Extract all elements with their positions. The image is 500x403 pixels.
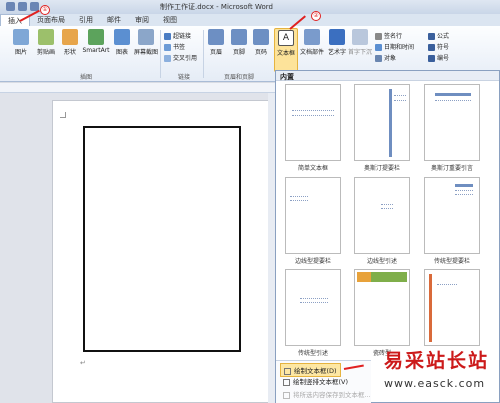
- clipart-icon: [38, 29, 54, 45]
- site-watermark: 易采站长站 www.easck.com: [384, 346, 500, 403]
- signature-line-button[interactable]: 签名行: [375, 31, 402, 40]
- undo-icon[interactable]: [18, 2, 27, 11]
- smartart-icon: [88, 29, 104, 45]
- object-icon: [375, 55, 382, 62]
- gallery-item-label: 简单文本框: [297, 165, 328, 172]
- gallery-item-label: 边线型引述: [366, 258, 397, 265]
- picture-icon: [13, 29, 29, 45]
- calendar-icon: [375, 44, 382, 51]
- bookmark-button[interactable]: 书签: [164, 42, 185, 51]
- screenshot-button[interactable]: 屏幕截图: [133, 29, 159, 56]
- gallery-item-austin-sidebar[interactable]: [354, 84, 410, 161]
- footer-button[interactable]: 页脚: [228, 29, 250, 56]
- watermark-chinese: 易采站长站: [384, 350, 490, 372]
- smartart-button[interactable]: SmartArt: [82, 29, 110, 54]
- watermark-url: www.easck.com: [384, 377, 486, 390]
- gallery-item-label: 奥斯汀提要栏: [363, 165, 400, 172]
- header-icon: [208, 29, 224, 45]
- annotation-number-one: ①: [40, 5, 50, 15]
- group-illustrations: 插图: [80, 74, 93, 81]
- cross-reference-icon: [164, 55, 171, 62]
- divider: [203, 30, 204, 78]
- save-selection-icon: [283, 391, 290, 399]
- tab-review[interactable]: 审阅: [128, 14, 156, 26]
- gallery-item-simple[interactable]: [285, 84, 341, 161]
- chart-icon: [114, 29, 130, 45]
- tab-view[interactable]: 视图: [156, 14, 184, 26]
- clipart-button[interactable]: 剪贴画: [35, 29, 57, 56]
- signature-icon: [375, 33, 382, 40]
- page-corner-mark: [60, 112, 66, 118]
- header-button[interactable]: 页眉: [205, 29, 227, 56]
- gallery-item-more[interactable]: [424, 269, 480, 346]
- gallery-item-label: 传统型提要栏: [433, 258, 470, 265]
- draw-vertical-textbox-menu-item[interactable]: 绘制竖排文本框(V): [280, 375, 351, 387]
- date-time-button[interactable]: 日期和时间: [375, 42, 414, 51]
- page-number-icon: [253, 29, 269, 45]
- group-header-footer: 页眉和页脚: [224, 74, 255, 81]
- gallery-item-tiles[interactable]: [354, 269, 410, 346]
- vertical-textbox-icon: [283, 378, 290, 386]
- gallery-item-classic-sidebar[interactable]: [424, 177, 480, 254]
- page-number-button[interactable]: 页码: [250, 29, 272, 56]
- textbox-icon: A: [278, 30, 294, 46]
- gallery-section-header: 内置: [276, 71, 499, 81]
- rectangle-shape[interactable]: [83, 126, 241, 352]
- tab-page-layout[interactable]: 页面布局: [30, 14, 72, 26]
- numbering-button[interactable]: 编号: [428, 53, 449, 62]
- group-links: 链接: [178, 74, 191, 81]
- omega-icon: [428, 44, 435, 51]
- shapes-icon: [62, 29, 78, 45]
- gallery-item-austin-quote[interactable]: [424, 84, 480, 161]
- gallery-item-edge-quote[interactable]: [354, 177, 410, 254]
- gallery-item-classic-quote[interactable]: [285, 269, 341, 346]
- tab-references[interactable]: 引用: [72, 14, 100, 26]
- annotation-number-two: ②: [311, 11, 321, 21]
- quick-parts-icon: [304, 29, 320, 45]
- object-button[interactable]: 对象: [375, 53, 396, 62]
- ribbon-tabs: 插入 页面布局 引用 邮件 审阅 视图: [0, 14, 500, 26]
- number-icon: [428, 55, 435, 62]
- picture-button[interactable]: 图片: [10, 29, 32, 56]
- gallery-item-label: 奥斯汀重要引言: [430, 165, 473, 172]
- wordart-icon: [329, 29, 345, 45]
- save-selection-menu-item: 将所选内容保存到文本框...: [280, 388, 374, 400]
- footer-icon: [231, 29, 247, 45]
- hyperlink-button[interactable]: 超链接: [164, 31, 191, 40]
- title-bar: 制作工作证.docx - Microsoft Word: [0, 0, 500, 14]
- draw-textbox-icon: [284, 367, 291, 375]
- save-icon[interactable]: [6, 2, 15, 11]
- wordart-button[interactable]: 艺术字: [326, 29, 348, 56]
- gallery-item-label: 边线型提要栏: [294, 258, 331, 265]
- gallery-item-edge-sidebar[interactable]: [285, 177, 341, 254]
- gallery-item-label: 传统型引述: [297, 350, 328, 357]
- horizontal-ruler: [0, 83, 275, 93]
- cross-reference-button[interactable]: 交叉引用: [164, 53, 197, 62]
- hyperlink-icon: [164, 33, 171, 40]
- paragraph-mark: ↵: [80, 359, 86, 367]
- chart-button[interactable]: 图表: [111, 29, 133, 56]
- symbol-button[interactable]: 符号: [428, 42, 449, 51]
- pi-icon: [428, 33, 435, 40]
- vertical-scrollbar[interactable]: [268, 93, 275, 403]
- shapes-button[interactable]: 形状: [59, 29, 81, 56]
- drop-cap-icon: [352, 29, 368, 45]
- screenshot-icon: [138, 29, 154, 45]
- quick-parts-button[interactable]: 文档部件: [299, 29, 325, 56]
- divider: [160, 30, 161, 78]
- equation-button[interactable]: 公式: [428, 31, 449, 40]
- quick-access-toolbar: [6, 2, 39, 11]
- textbox-button[interactable]: A 文本框: [274, 28, 298, 72]
- window-title: 制作工作证.docx - Microsoft Word: [160, 3, 273, 11]
- drop-cap-button[interactable]: 首字下沉: [348, 29, 372, 56]
- bookmark-icon: [164, 44, 171, 51]
- tab-mailings[interactable]: 邮件: [100, 14, 128, 26]
